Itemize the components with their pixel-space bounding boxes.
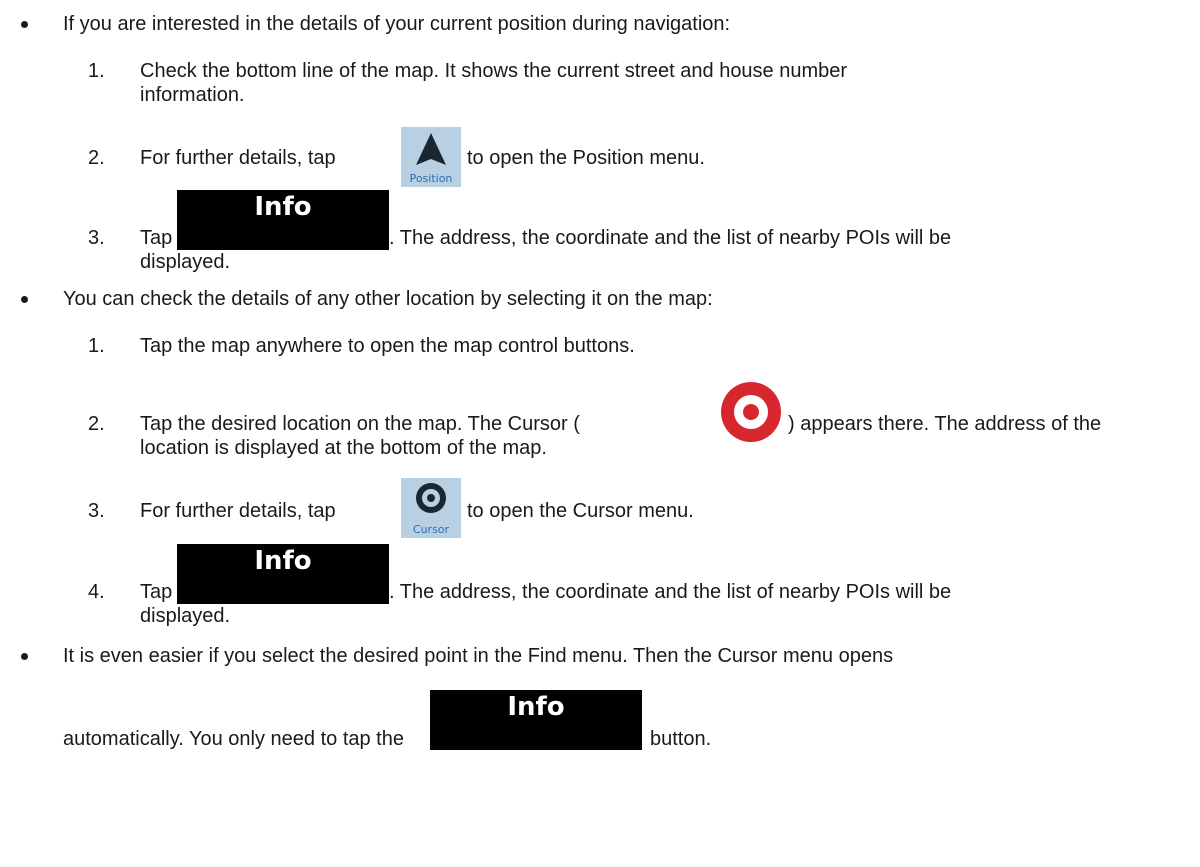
- position-arrow-icon: [416, 133, 446, 165]
- position-button-label: Position: [409, 172, 453, 185]
- step-text-cont: displayed.: [140, 605, 231, 627]
- info-button[interactable]: Info: [430, 690, 642, 750]
- step-number: 4.: [88, 581, 105, 603]
- info-button[interactable]: Info: [177, 544, 389, 604]
- step-number: 2.: [88, 147, 105, 169]
- section2-intro: You can check the details of any other l…: [63, 288, 713, 310]
- step-text: For further details, tap: [140, 500, 336, 522]
- cursor-button-icon: [416, 483, 446, 513]
- cursor-button[interactable]: Cursor: [401, 478, 461, 538]
- cursor-target-icon: [721, 382, 781, 442]
- step-text-cont: information.: [140, 84, 245, 106]
- step-number: 1.: [88, 335, 105, 357]
- step-text: Check the bottom line of the map. It sho…: [140, 60, 848, 82]
- section3-text-cont: automatically. You only need to tap the: [63, 728, 404, 750]
- step-text: Tap: [140, 581, 173, 603]
- step-text: to open the Cursor menu.: [467, 500, 694, 522]
- step-text: Tap: [140, 227, 173, 249]
- step-text-cont: displayed.: [140, 251, 231, 273]
- info-button[interactable]: Info: [177, 190, 389, 250]
- step-text: ) appears there. The address of the: [788, 413, 1102, 435]
- section1-intro: If you are interested in the details of …: [63, 13, 731, 35]
- bullet-2: [21, 296, 28, 303]
- step-text: to open the Position menu.: [467, 147, 705, 169]
- section3-text-end: button.: [650, 728, 712, 750]
- step-text: Tap the map anywhere to open the map con…: [140, 335, 635, 357]
- step-number: 3.: [88, 227, 105, 249]
- step-number: 3.: [88, 500, 105, 522]
- position-button[interactable]: Position: [401, 127, 461, 187]
- step-text: . The address, the coordinate and the li…: [389, 227, 952, 249]
- section3-text: It is even easier if you select the desi…: [63, 645, 894, 667]
- step-number: 1.: [88, 60, 105, 82]
- step-number: 2.: [88, 413, 105, 435]
- bullet-1: [21, 21, 28, 28]
- step-text: For further details, tap: [140, 147, 336, 169]
- step-text: Tap the desired location on the map. The…: [140, 413, 580, 435]
- step-text: . The address, the coordinate and the li…: [389, 581, 952, 603]
- step-text-cont: location is displayed at the bottom of t…: [140, 437, 547, 459]
- bullet-3: [21, 653, 28, 660]
- cursor-button-label: Cursor: [412, 523, 450, 536]
